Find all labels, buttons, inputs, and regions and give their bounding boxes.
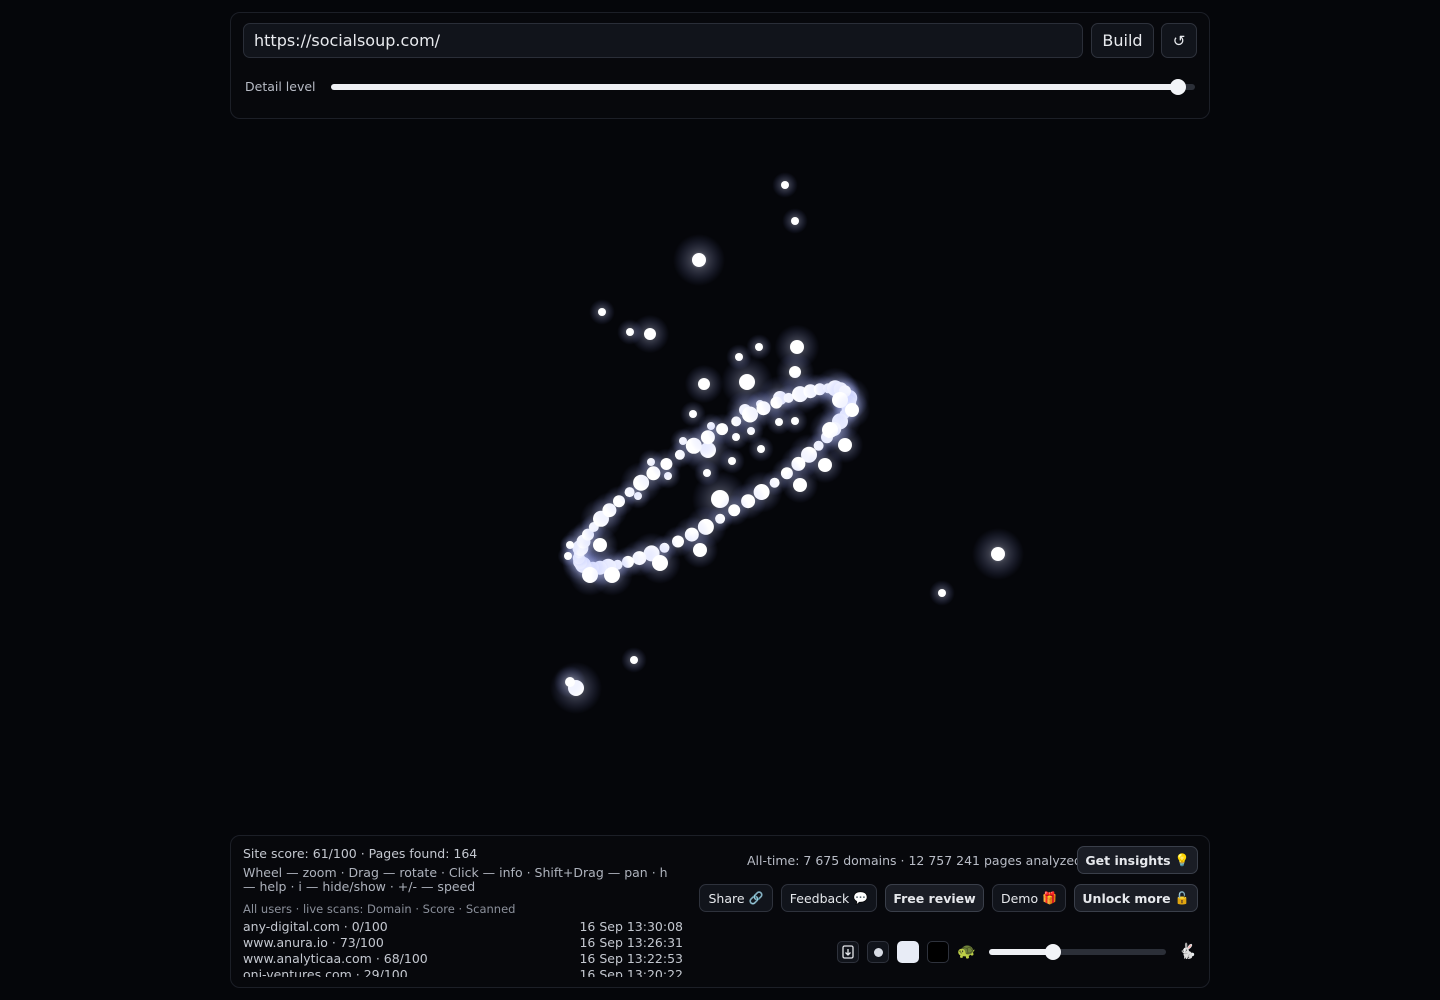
detail-level-slider[interactable] bbox=[331, 79, 1195, 95]
graph-node[interactable] bbox=[791, 417, 799, 425]
graph-node[interactable] bbox=[728, 457, 736, 465]
graph-node[interactable] bbox=[793, 478, 807, 492]
reset-button[interactable]: ↺ bbox=[1161, 23, 1197, 58]
graph-node[interactable] bbox=[791, 217, 799, 225]
scan-domain: oni-ventures.com · 29/100 bbox=[243, 967, 408, 977]
graph-node[interactable] bbox=[652, 555, 668, 571]
graph-node[interactable] bbox=[689, 410, 697, 418]
list-item[interactable]: www.analyticaa.com · 68/100 16 Sep 13:22… bbox=[243, 951, 683, 967]
stats-panel: Site score: 61/100 · Pages found: 164 Wh… bbox=[230, 835, 1210, 988]
live-scans-header: All users · live scans: Domain · Score ·… bbox=[243, 902, 516, 916]
feedback-button[interactable]: Feedback 💬 bbox=[781, 884, 877, 912]
url-input[interactable] bbox=[243, 23, 1083, 58]
scan-time: 16 Sep 13:30:08 bbox=[579, 919, 683, 934]
share-button[interactable]: Share 🔗 bbox=[699, 884, 773, 912]
demo-label: Demo bbox=[1000, 890, 1039, 906]
unlock-icon: 🔓 bbox=[1174, 891, 1190, 905]
get-insights-button[interactable]: Get insights 💡 bbox=[1077, 846, 1198, 874]
site-graph-canvas[interactable] bbox=[0, 130, 1440, 830]
speed-slider[interactable] bbox=[989, 944, 1166, 960]
speech-bubble-icon: 💬 bbox=[853, 891, 869, 905]
build-button[interactable]: Build bbox=[1091, 23, 1154, 58]
graph-node[interactable] bbox=[693, 543, 707, 557]
list-item[interactable]: www.anura.io · 73/100 16 Sep 13:26:31 bbox=[243, 935, 683, 951]
light-theme-button[interactable] bbox=[897, 941, 919, 963]
graph-node[interactable] bbox=[692, 253, 706, 267]
graph-node[interactable] bbox=[991, 547, 1005, 561]
graph-node[interactable] bbox=[938, 589, 946, 597]
dark-theme-button[interactable] bbox=[927, 941, 949, 963]
list-item[interactable]: oni-ventures.com · 29/100 16 Sep 13:20:2… bbox=[243, 967, 683, 977]
detail-level-label: Detail level bbox=[245, 79, 316, 94]
graph-node[interactable] bbox=[644, 328, 656, 340]
small-dot-icon bbox=[873, 947, 883, 957]
refresh-icon: ↺ bbox=[1172, 31, 1186, 50]
site-builder-panel: Build ↺ Detail level bbox=[230, 12, 1210, 119]
detail-level-thumb[interactable] bbox=[1169, 79, 1186, 95]
graph-node[interactable] bbox=[757, 445, 765, 453]
demo-button[interactable]: Demo 🎁 bbox=[992, 884, 1066, 912]
get-insights-label: Get insights bbox=[1085, 852, 1171, 868]
controls-help-text: Wheel — zoom · Drag — rotate · Click — i… bbox=[243, 865, 668, 894]
graph-node[interactable] bbox=[838, 438, 852, 452]
graph-node[interactable] bbox=[598, 308, 606, 316]
share-label: Share bbox=[708, 890, 745, 906]
graph-node[interactable] bbox=[818, 458, 832, 472]
list-item[interactable]: any-digital.com · 0/100 16 Sep 13:30:08 bbox=[243, 919, 683, 935]
scan-domain: any-digital.com · 0/100 bbox=[243, 919, 388, 934]
lightbulb-icon: 💡 bbox=[1174, 853, 1190, 867]
link-icon: 🔗 bbox=[748, 891, 764, 905]
rabbit-icon: 🐇 bbox=[1178, 942, 1197, 960]
feedback-label: Feedback bbox=[789, 890, 850, 906]
graph-node[interactable] bbox=[739, 374, 755, 390]
site-score-summary: Site score: 61/100 · Pages found: 164 bbox=[243, 846, 478, 861]
unlock-more-label: Unlock more bbox=[1082, 890, 1171, 906]
graph-node[interactable] bbox=[564, 552, 572, 560]
alltime-stats: All-time: 7 675 domains · 12 757 241 pag… bbox=[747, 853, 1082, 868]
node-size-small-button[interactable] bbox=[867, 941, 889, 963]
graph-node[interactable] bbox=[781, 181, 789, 189]
graph-node[interactable] bbox=[790, 340, 804, 354]
graph-nodes[interactable] bbox=[550, 172, 1024, 714]
graph-node[interactable] bbox=[755, 343, 763, 351]
gift-icon: 🎁 bbox=[1042, 891, 1058, 905]
scan-time: 16 Sep 13:26:31 bbox=[579, 935, 683, 950]
graph-node[interactable] bbox=[630, 656, 638, 664]
download-icon bbox=[842, 945, 854, 959]
live-scans-list: any-digital.com · 0/100 16 Sep 13:30:08 … bbox=[243, 919, 683, 977]
graph-node[interactable] bbox=[565, 677, 575, 687]
graph-node[interactable] bbox=[698, 378, 710, 390]
scan-domain: www.analyticaa.com · 68/100 bbox=[243, 951, 428, 966]
speed-fill bbox=[989, 949, 1053, 955]
graph-node[interactable] bbox=[604, 567, 620, 583]
scan-time: 16 Sep 13:22:53 bbox=[579, 951, 683, 966]
download-button[interactable] bbox=[837, 941, 859, 963]
graph-node[interactable] bbox=[593, 538, 607, 552]
scan-domain: www.anura.io · 73/100 bbox=[243, 935, 384, 950]
speed-thumb[interactable] bbox=[1044, 944, 1061, 960]
free-review-button[interactable]: Free review bbox=[885, 884, 984, 912]
turtle-icon: 🐢 bbox=[957, 942, 976, 960]
graph-node[interactable] bbox=[845, 403, 859, 417]
free-review-label: Free review bbox=[893, 890, 976, 906]
detail-level-fill bbox=[331, 84, 1178, 90]
scan-time: 16 Sep 13:20:22 bbox=[579, 967, 683, 977]
unlock-more-button[interactable]: Unlock more 🔓 bbox=[1074, 884, 1198, 912]
